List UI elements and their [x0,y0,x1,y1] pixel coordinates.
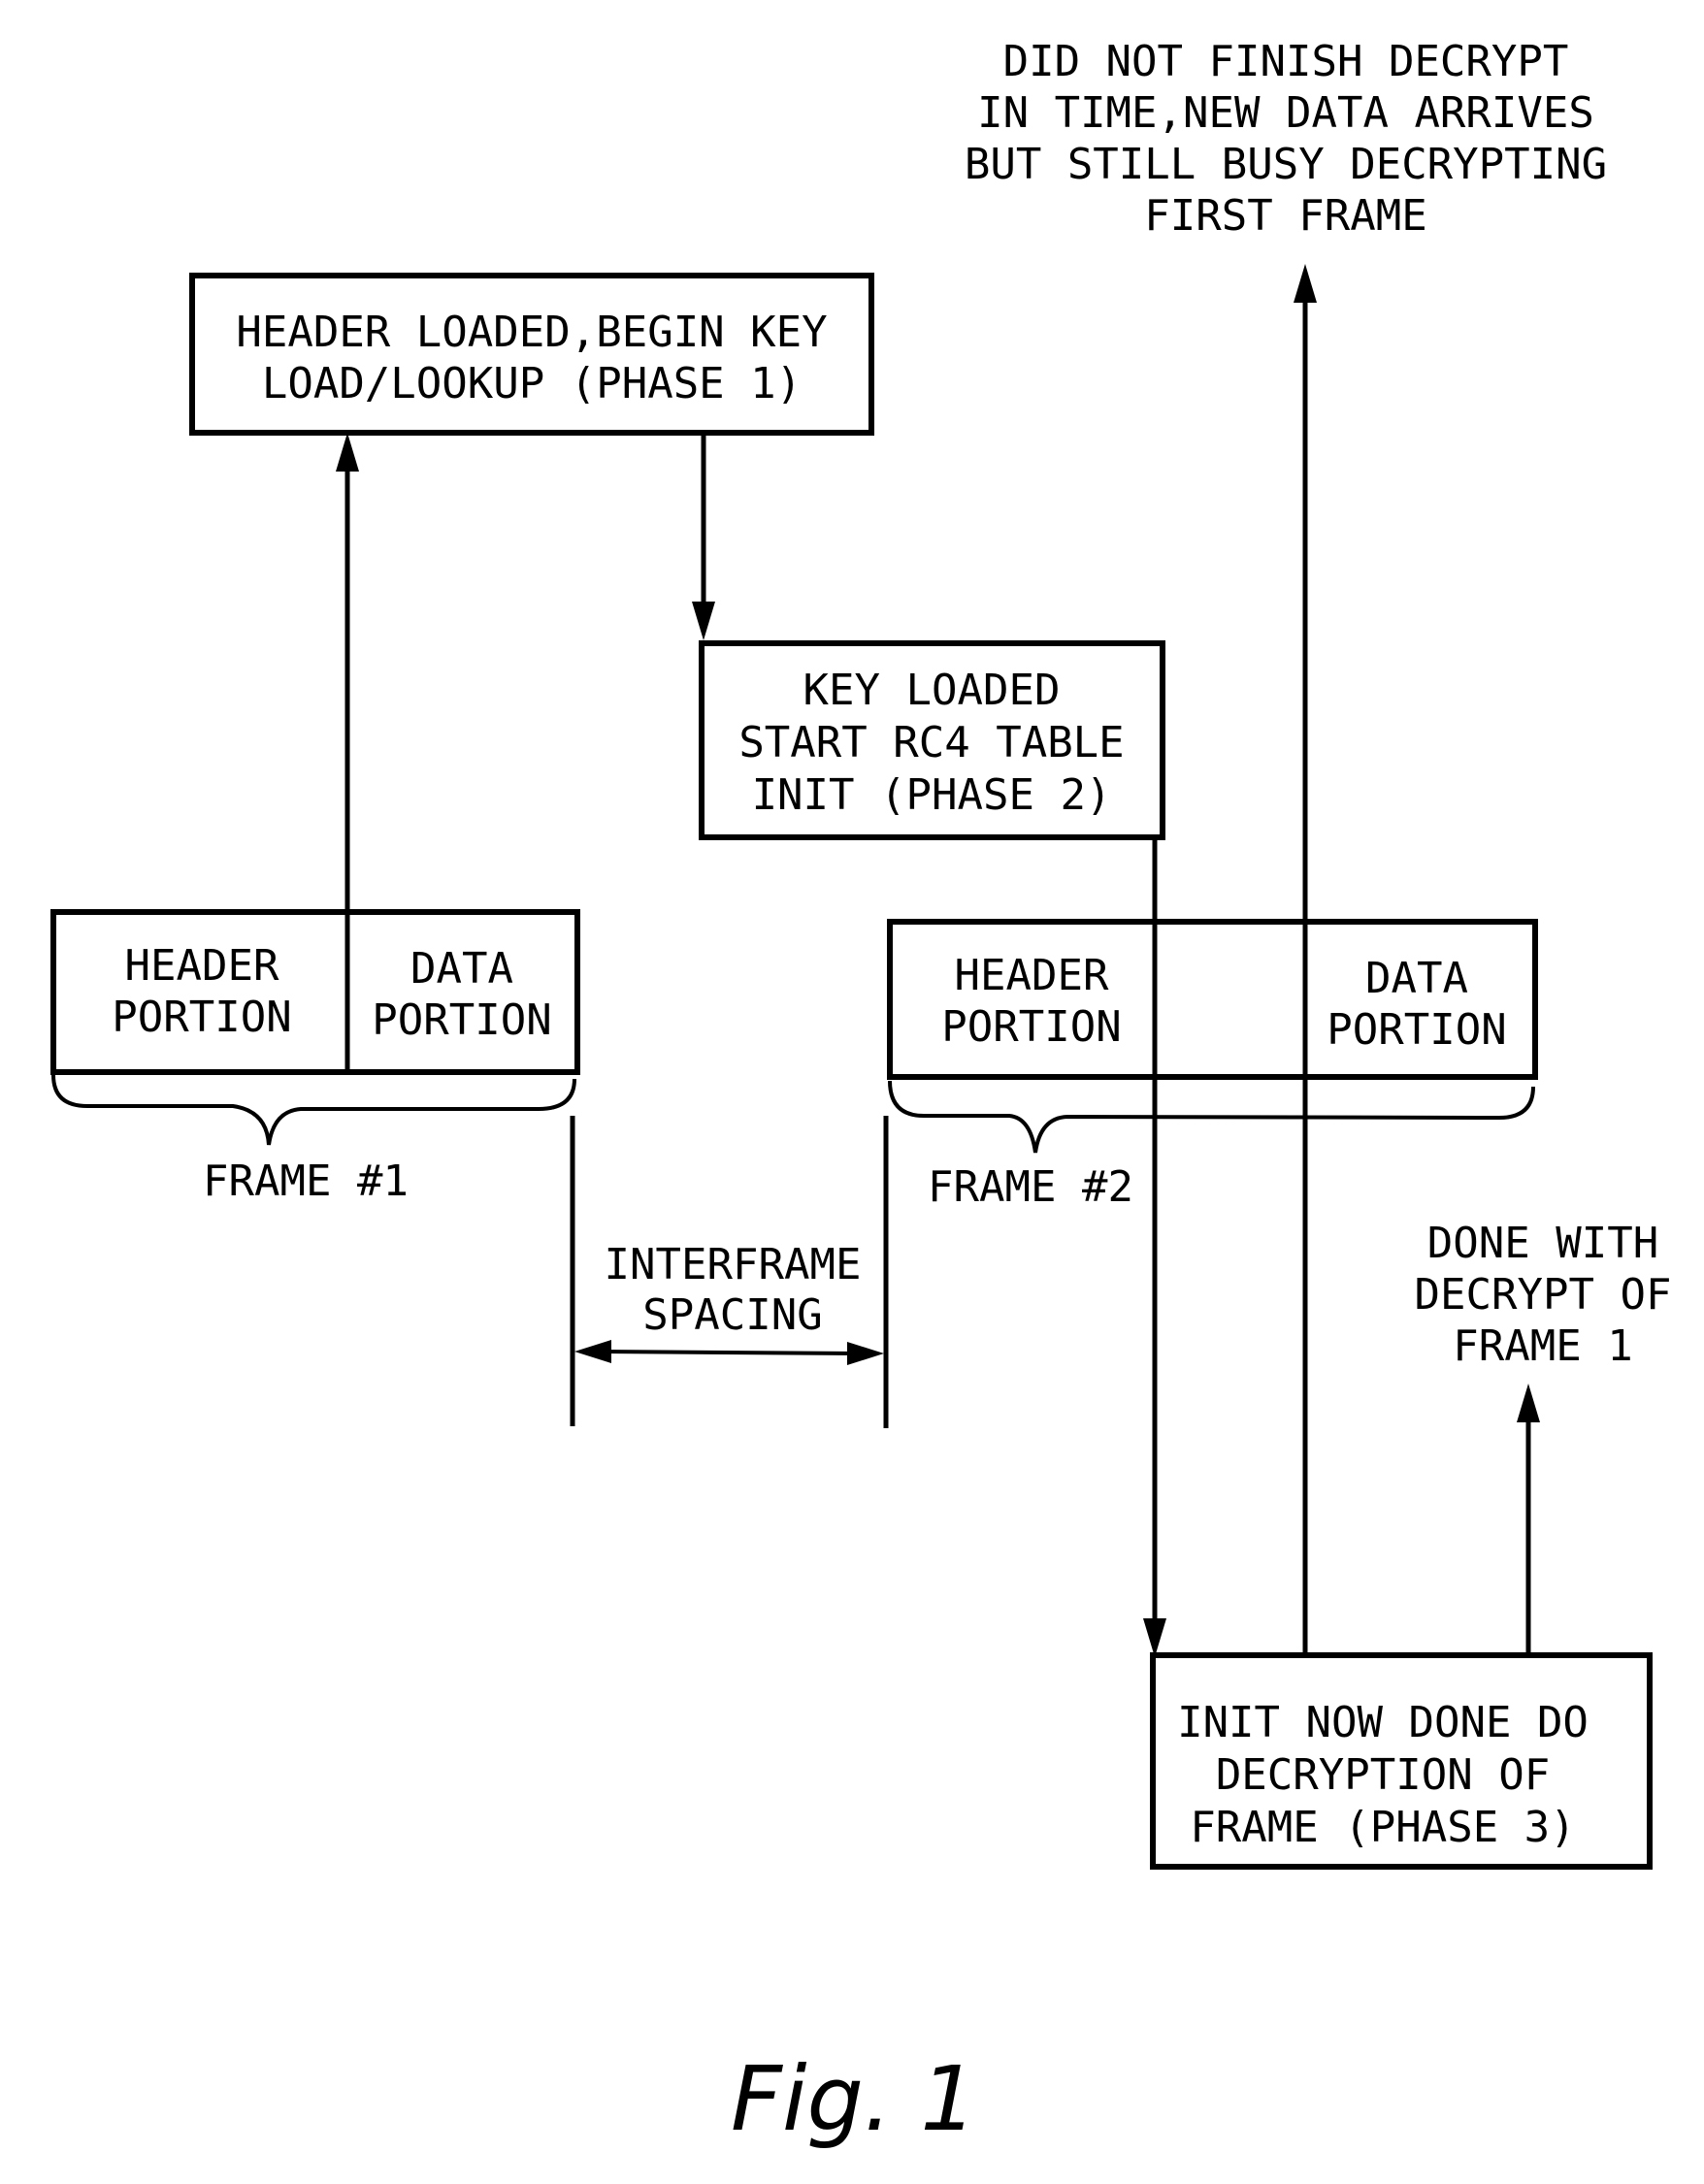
frame1-header-line: PORTION [112,993,291,1042]
frame1: HEADER PORTION DATA PORTION FRAME #1 [50,909,580,1206]
interframe-line: SPACING [642,1290,822,1340]
arrowhead-left-icon [574,1340,611,1363]
arrowhead-up-icon [336,433,359,472]
frame1-data-line: PORTION [372,995,551,1045]
frame2-header-line: HEADER [955,951,1109,1000]
arrowhead-down-icon [1143,1618,1166,1657]
arrowhead-up-icon [1294,264,1317,303]
phase3-line: DECRYPTION OF [1216,1750,1550,1800]
note-did-not-finish: DID NOT FINISH DECRYPT IN TIME,NEW DATA … [965,37,1607,241]
phase1-line: HEADER LOADED,BEGIN KEY [236,308,827,357]
figure-label: Fig. 1 [731,2047,977,2151]
arrowhead-up-icon [1517,1384,1540,1422]
done-line: DONE WITH [1427,1219,1658,1268]
phase2-line: KEY LOADED [803,666,1061,715]
frame2-data-line: DATA [1365,954,1468,1003]
frame2: HEADER PORTION DATA PORTION FRAME #2 [887,919,1538,1212]
arrowhead-right-icon [847,1342,884,1365]
frame2-data-line: PORTION [1327,1005,1506,1055]
frame2-label: FRAME #2 [928,1162,1133,1212]
phase1-line: LOAD/LOOKUP (PHASE 1) [262,359,802,408]
arrowhead-down-icon [692,602,715,640]
phase1-box: HEADER LOADED,BEGIN KEY LOAD/LOOKUP (PHA… [189,273,874,436]
note-line: DID NOT FINISH DECRYPT [1003,37,1569,86]
phase3-box: INIT NOW DONE DO DECRYPTION OF FRAME (PH… [1150,1652,1653,1870]
phase2-box: KEY LOADED START RC4 TABLE INIT (PHASE 2… [699,640,1165,840]
frame2-brace [888,1080,1535,1154]
frame1-data-line: DATA [410,944,513,994]
note-done-with-decrypt: DONE WITH DECRYPT OF FRAME 1 [1415,1219,1672,1371]
frame1-label: FRAME #1 [203,1157,409,1206]
frame1-brace [51,1074,576,1146]
frame2-header-line: PORTION [941,1002,1121,1052]
note-line: BUT STILL BUSY DECRYPTING [965,140,1607,189]
phase2-line: START RC4 TABLE [738,718,1124,767]
interframe-line: INTERFRAME [605,1240,862,1289]
phase2-line: INIT (PHASE 2) [752,770,1112,820]
interframe-spacing: INTERFRAME SPACING [570,1116,889,1428]
note-line: IN TIME,NEW DATA ARRIVES [977,88,1594,138]
timing-diagram: DID NOT FINISH DECRYPT IN TIME,NEW DATA … [50,37,1672,2151]
frame1-header-line: HEADER [125,941,279,991]
phase3-line: FRAME (PHASE 3) [1190,1803,1575,1852]
done-line: DECRYPT OF [1415,1270,1672,1320]
phase3-line: INIT NOW DONE DO [1177,1698,1589,1747]
done-line: FRAME 1 [1453,1321,1632,1371]
note-line: FIRST FRAME [1144,191,1426,241]
